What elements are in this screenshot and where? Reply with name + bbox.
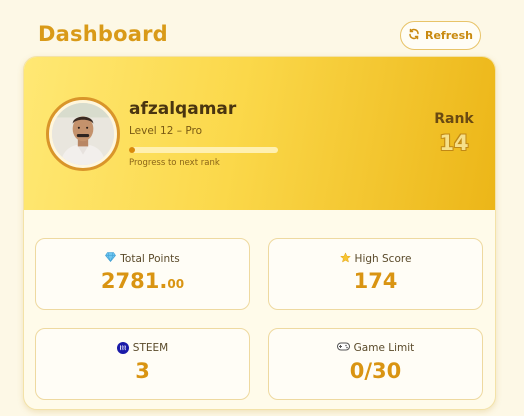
total-points-label: Total Points bbox=[120, 252, 180, 265]
steem-icon bbox=[116, 342, 129, 354]
rank-progress-fill bbox=[129, 147, 135, 153]
high-score-card: High Score 174 bbox=[268, 238, 483, 310]
game-limit-label: Game Limit bbox=[353, 342, 415, 354]
high-score-value: 174 bbox=[353, 269, 398, 293]
profile-hero: afzalqamar Level 12 – Pro Progress to ne… bbox=[24, 57, 495, 210]
avatar-image bbox=[52, 103, 114, 165]
total-points-value: 2781.00 bbox=[100, 269, 185, 293]
rank-progress-bar bbox=[129, 147, 278, 153]
avatar bbox=[46, 97, 120, 171]
refresh-button[interactable]: Refresh bbox=[400, 21, 481, 50]
rank-value: 14 bbox=[439, 131, 469, 155]
game-limit-card: Game Limit 0/30 bbox=[268, 328, 483, 400]
star-icon bbox=[339, 252, 351, 266]
page-title: Dashboard bbox=[38, 22, 168, 46]
total-points-card: Total Points 2781.00 bbox=[35, 238, 250, 310]
game-limit-value: 0/30 bbox=[349, 359, 402, 383]
rank-label: Rank bbox=[434, 111, 474, 127]
dashboard-card: afzalqamar Level 12 – Pro Progress to ne… bbox=[23, 56, 496, 410]
level-text: Level 12 – Pro bbox=[129, 125, 202, 137]
refresh-icon bbox=[408, 28, 420, 43]
refresh-label: Refresh bbox=[425, 29, 473, 42]
steem-card: STEEM 3 bbox=[35, 328, 250, 400]
gamepad-icon bbox=[336, 342, 350, 354]
high-score-label: High Score bbox=[354, 253, 412, 265]
steem-label: STEEM bbox=[132, 342, 169, 354]
diamond-icon bbox=[105, 252, 117, 265]
progress-label: Progress to next rank bbox=[129, 158, 220, 168]
steem-value: 3 bbox=[135, 359, 150, 383]
username: afzalqamar bbox=[129, 99, 237, 119]
